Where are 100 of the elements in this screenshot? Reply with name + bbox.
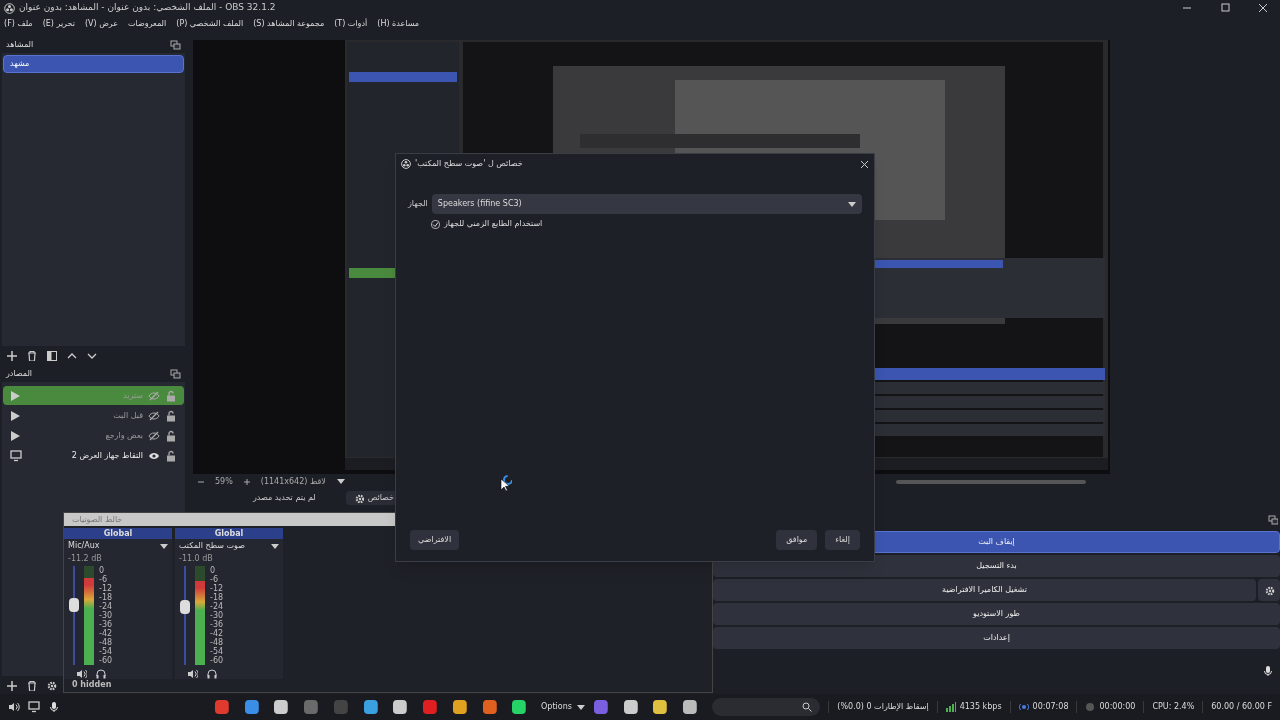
volume-slider[interactable] (69, 566, 79, 665)
defaults-button[interactable]: الافتراضي (410, 530, 460, 550)
delete-icon[interactable] (26, 349, 37, 361)
source-name: قبل البث (112, 409, 143, 422)
menu-item[interactable]: ملف (F) (4, 18, 33, 30)
add-icon[interactable] (6, 679, 17, 691)
search-icon (802, 702, 813, 712)
app-logo-icon (4, 2, 15, 14)
app-icon[interactable] (362, 699, 379, 715)
menu-item[interactable]: أدوات (T) (334, 18, 368, 30)
source-name: ستريد (122, 389, 143, 402)
close-icon[interactable] (1258, 3, 1268, 13)
unlock-icon[interactable] (165, 409, 177, 422)
meter-tick: -30 (210, 611, 224, 620)
scene-item[interactable]: مشهد (3, 55, 184, 73)
screen-icon[interactable] (28, 701, 40, 713)
control-button[interactable]: طور الاستوديو (713, 603, 1280, 625)
source-item[interactable]: التقاط جهاز العرض 2 (3, 446, 184, 465)
meter-tick: -54 (99, 647, 113, 656)
source-item[interactable]: بعض وارجع (3, 426, 184, 445)
monitor-icon (10, 449, 22, 462)
dock-title: المشاهد (6, 39, 34, 51)
app-icon[interactable] (622, 699, 639, 715)
eye-hidden-icon[interactable] (148, 429, 160, 442)
dropped-frames: إسقاط الإطارات 0 (0.0%) (837, 701, 929, 713)
eye-hidden-icon[interactable] (148, 409, 160, 422)
volume-icon[interactable] (8, 701, 20, 713)
menu-item[interactable]: تحرير (E) (42, 18, 75, 30)
options-label[interactable]: Options (541, 701, 585, 713)
channel-name: صوت سطح المكتب (179, 540, 245, 552)
volume-reading: -11.0 dB (178, 553, 214, 565)
meter-tick: -30 (99, 611, 113, 620)
add-icon[interactable] (6, 349, 17, 361)
app-icon[interactable] (511, 699, 528, 715)
window-title: OBS 32.1.2 - الملف الشخصي: بدون عنوان - المشاهد: بدون عنوان (19, 1, 276, 15)
unlock-icon[interactable] (165, 449, 177, 462)
microphone-icon[interactable] (48, 701, 60, 713)
app-icon[interactable] (682, 699, 698, 715)
device-dropdown[interactable]: Speakers (fifine SC3) (431, 194, 862, 214)
hidden-count: 0 hidden (71, 679, 113, 691)
streaming-icon (1018, 702, 1029, 712)
cpu-usage: CPU: 2.4% (1152, 701, 1195, 713)
app-icon[interactable] (392, 699, 409, 715)
control-button[interactable]: تشغيل الكاميرا الافتراضية (713, 579, 1256, 601)
app-icon[interactable] (243, 699, 260, 715)
checkbox-label: استخدام الطابع الزمني للجهاز (444, 218, 543, 230)
frame-rate: 60.00 / 60.00 F (1211, 701, 1272, 713)
checkbox[interactable] (431, 219, 440, 229)
caret-icon (575, 702, 585, 712)
app-icon[interactable] (273, 699, 290, 715)
cancel-button[interactable]: إلغاء (825, 530, 860, 550)
speaker-icon[interactable] (187, 668, 198, 679)
search-field[interactable] (711, 698, 821, 716)
menu-item[interactable]: عرض (V) (84, 18, 119, 30)
meter-tick: -48 (99, 638, 113, 647)
mixer-title: خالط الصوتيات (72, 513, 123, 526)
meter-tick: -12 (99, 584, 113, 593)
delete-icon[interactable] (26, 679, 37, 691)
menu-item[interactable]: مساعدة (H) (377, 18, 420, 30)
maximize-icon[interactable] (1220, 3, 1230, 13)
speaker-icon[interactable] (76, 668, 87, 679)
caret-icon (847, 199, 856, 209)
slider-thumb[interactable] (69, 598, 79, 613)
filter-icon[interactable] (46, 349, 57, 361)
meter-tick: -42 (99, 629, 113, 638)
control-button[interactable]: بدء التسجيل (713, 555, 1280, 577)
global-badge: Global (175, 528, 283, 539)
meter-tick: -12 (210, 584, 224, 593)
volume-slider[interactable] (180, 566, 190, 665)
headphones-icon[interactable] (95, 668, 106, 679)
menu-item[interactable]: المعروضات (128, 18, 167, 30)
zoom-out-icon[interactable] (197, 478, 205, 486)
dropdown-caret-icon[interactable] (270, 541, 279, 551)
headphones-icon[interactable] (206, 668, 217, 679)
dialog-title: خصائص ل 'صوت سطح المكتب' (415, 158, 523, 170)
dock-title: المصادر (6, 368, 33, 380)
menu-item[interactable]: مجموعة المشاهد (S) (253, 18, 325, 30)
ok-button[interactable]: موافق (776, 530, 818, 550)
close-icon[interactable] (860, 159, 869, 169)
meter-tick: -42 (210, 629, 224, 638)
app-icon[interactable] (481, 699, 498, 715)
settings-icon[interactable] (46, 679, 57, 691)
source-item[interactable]: قبل البث (3, 406, 184, 425)
meter-tick: -24 (210, 602, 224, 611)
zoom-in-icon[interactable] (242, 478, 251, 486)
play-icon (10, 410, 21, 421)
menu-item[interactable]: الملف الشخصي (P) (176, 18, 244, 30)
app-icon[interactable] (451, 699, 468, 715)
unlock-icon[interactable] (165, 429, 177, 442)
play-icon (10, 390, 21, 401)
settings-button[interactable] (1258, 579, 1280, 601)
slider-thumb[interactable] (180, 600, 190, 614)
app-icon[interactable] (652, 699, 669, 715)
undock-icon[interactable] (170, 368, 181, 380)
microphone-icon[interactable] (1262, 665, 1274, 677)
app-logo-icon (401, 159, 411, 169)
undock-icon[interactable] (1268, 515, 1278, 525)
dropdown-caret-icon[interactable] (159, 541, 168, 551)
undock-icon[interactable] (170, 39, 181, 51)
control-button[interactable]: إعدادات (713, 627, 1280, 649)
